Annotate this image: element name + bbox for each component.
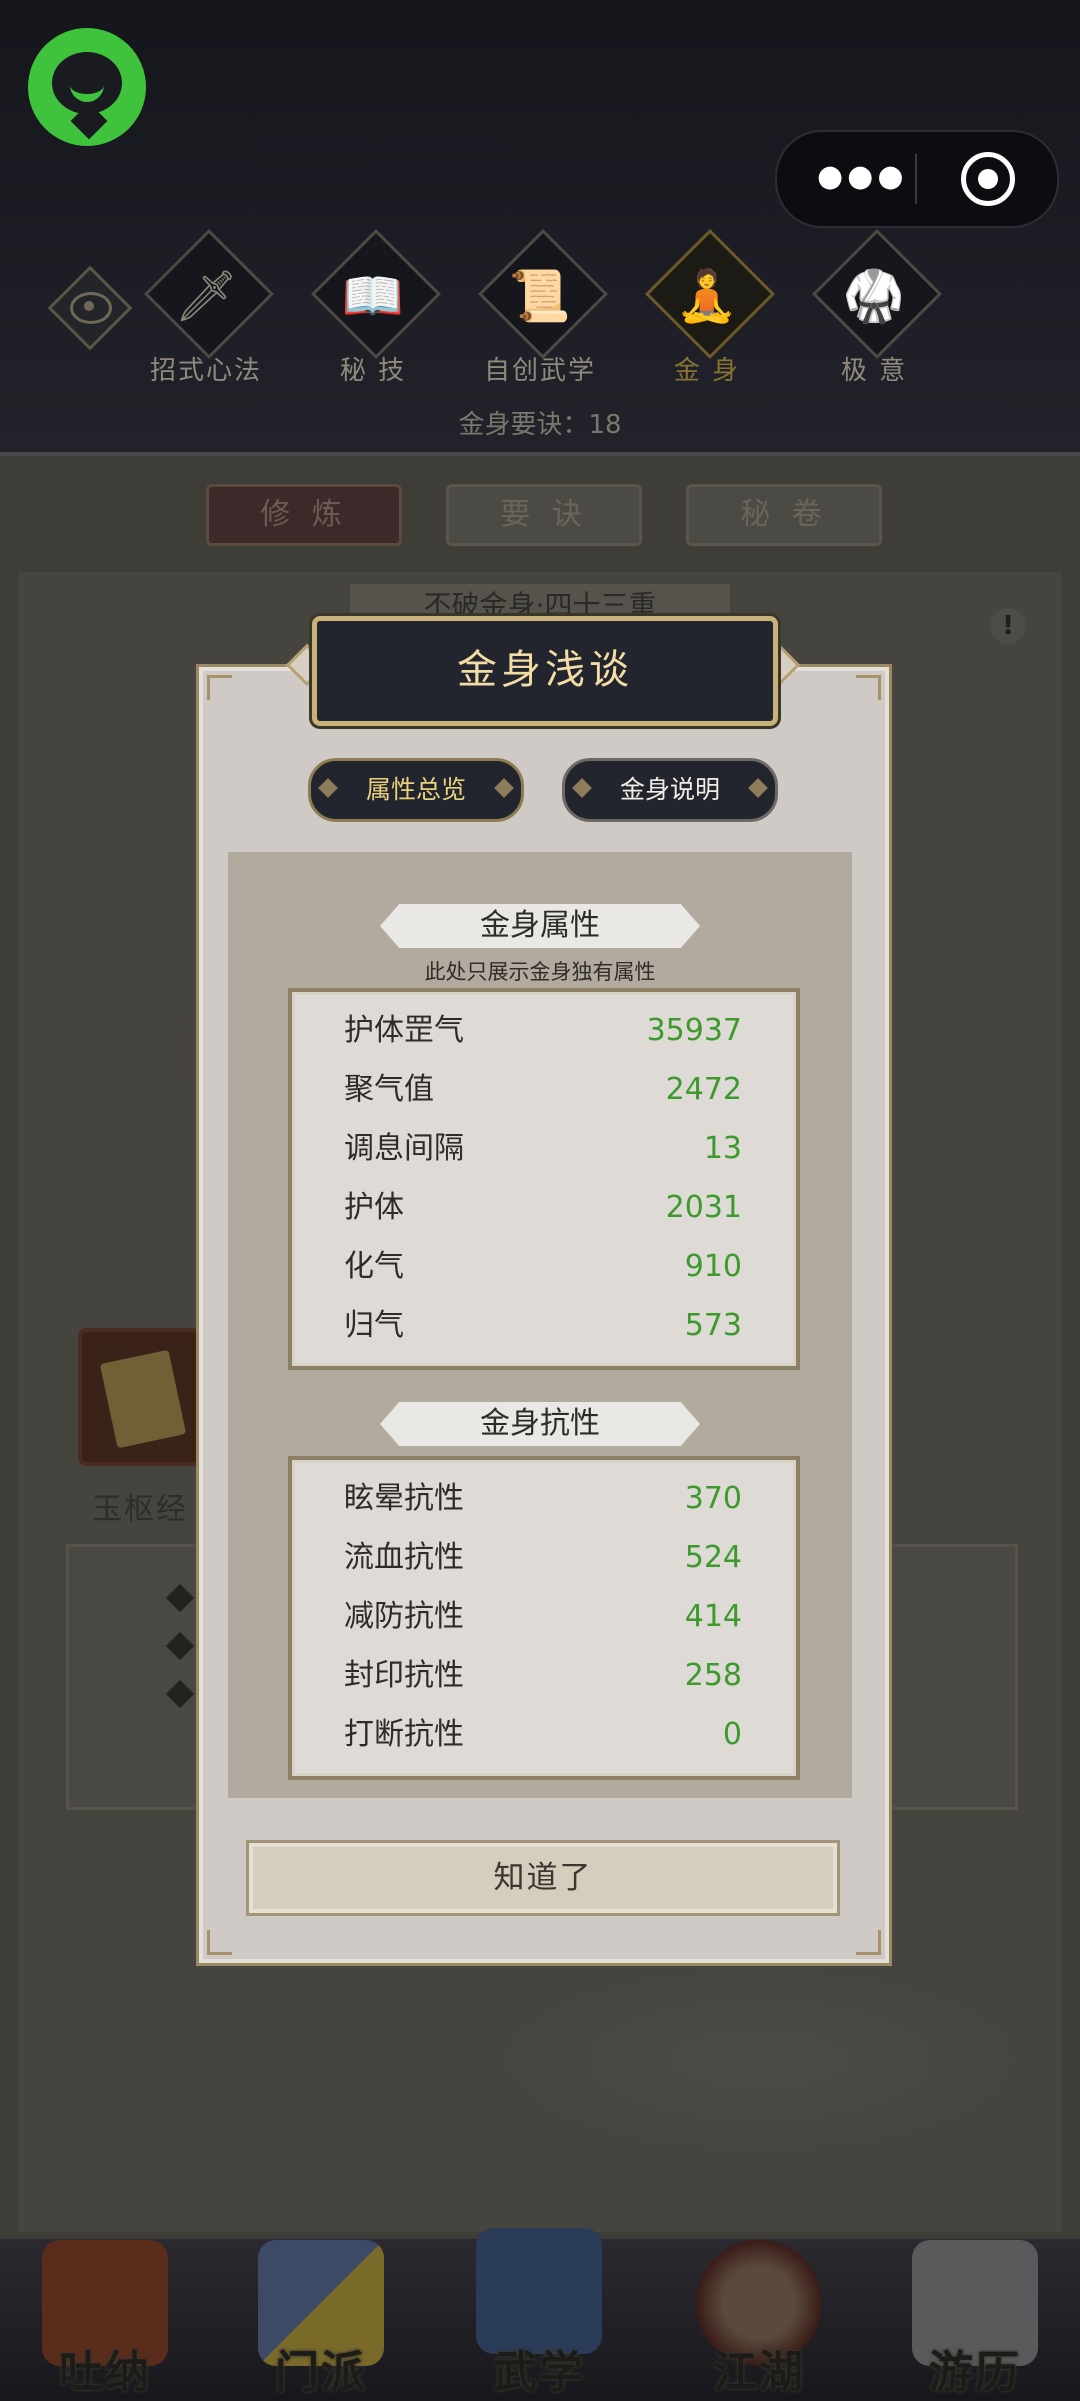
stat-label: 打断抗性 [344, 1717, 464, 1752]
stat-label: 封印抗性 [344, 1658, 464, 1693]
stat-row: 调息间隔 13 [292, 1120, 796, 1178]
tab-golden-body-description[interactable]: 金身说明 [562, 758, 778, 822]
stat-value: 35937 [646, 1013, 742, 1048]
stat-label: 聚气值 [344, 1072, 434, 1107]
stat-row: 聚气值 2472 [292, 1061, 796, 1119]
stat-label: 化气 [344, 1249, 404, 1284]
stat-label: 流血抗性 [344, 1540, 464, 1575]
tab-label: 属性总览 [365, 775, 466, 804]
stat-label: 减防抗性 [344, 1599, 464, 1634]
resistance-list: 眩晕抗性 370 流血抗性 524 减防抗性 414 封印抗性 258 打断抗性… [288, 1456, 800, 1780]
stat-value: 910 [684, 1249, 742, 1284]
stat-value: 258 [684, 1658, 742, 1693]
stat-row: 归气 573 [292, 1297, 796, 1355]
stat-row: 减防抗性 414 [292, 1588, 796, 1646]
stat-value: 0 [722, 1717, 742, 1752]
stat-value: 2472 [665, 1072, 742, 1107]
section-subtitle: 此处只展示金身独有属性 [424, 960, 656, 984]
stat-row: 眩晕抗性 370 [292, 1470, 796, 1528]
stat-label: 调息间隔 [344, 1131, 464, 1166]
stat-value: 524 [684, 1540, 742, 1575]
stat-row: 打断抗性 0 [292, 1706, 796, 1764]
stat-label: 护体 [344, 1190, 404, 1225]
dialog-title: 金身浅谈 [457, 647, 633, 693]
stat-label: 归气 [344, 1308, 404, 1343]
stat-row: 护体 2031 [292, 1179, 796, 1237]
stat-label: 眩晕抗性 [344, 1481, 464, 1516]
stat-value: 370 [684, 1481, 742, 1516]
attribute-list: 护体罡气 35937 聚气值 2472 调息间隔 13 护体 2031 化气 9… [288, 988, 800, 1370]
stat-value: 2031 [665, 1190, 742, 1225]
stat-row: 流血抗性 524 [292, 1529, 796, 1587]
stat-row: 护体罡气 35937 [292, 1002, 796, 1060]
got-it-button[interactable]: 知道了 [246, 1840, 840, 1916]
dialog-title-plate: 金身浅谈 [312, 616, 778, 726]
stat-row: 封印抗性 258 [292, 1647, 796, 1705]
tab-label: 金身说明 [619, 775, 720, 804]
stat-value: 573 [684, 1308, 742, 1343]
section-title-attributes: 金身属性 [380, 904, 700, 948]
section-title-resistance: 金身抗性 [380, 1402, 700, 1446]
tab-attribute-overview[interactable]: 属性总览 [308, 758, 524, 822]
stat-value: 414 [684, 1599, 742, 1634]
stat-row: 化气 910 [292, 1238, 796, 1296]
stat-value: 13 [703, 1131, 742, 1166]
stat-label: 护体罡气 [344, 1013, 464, 1048]
